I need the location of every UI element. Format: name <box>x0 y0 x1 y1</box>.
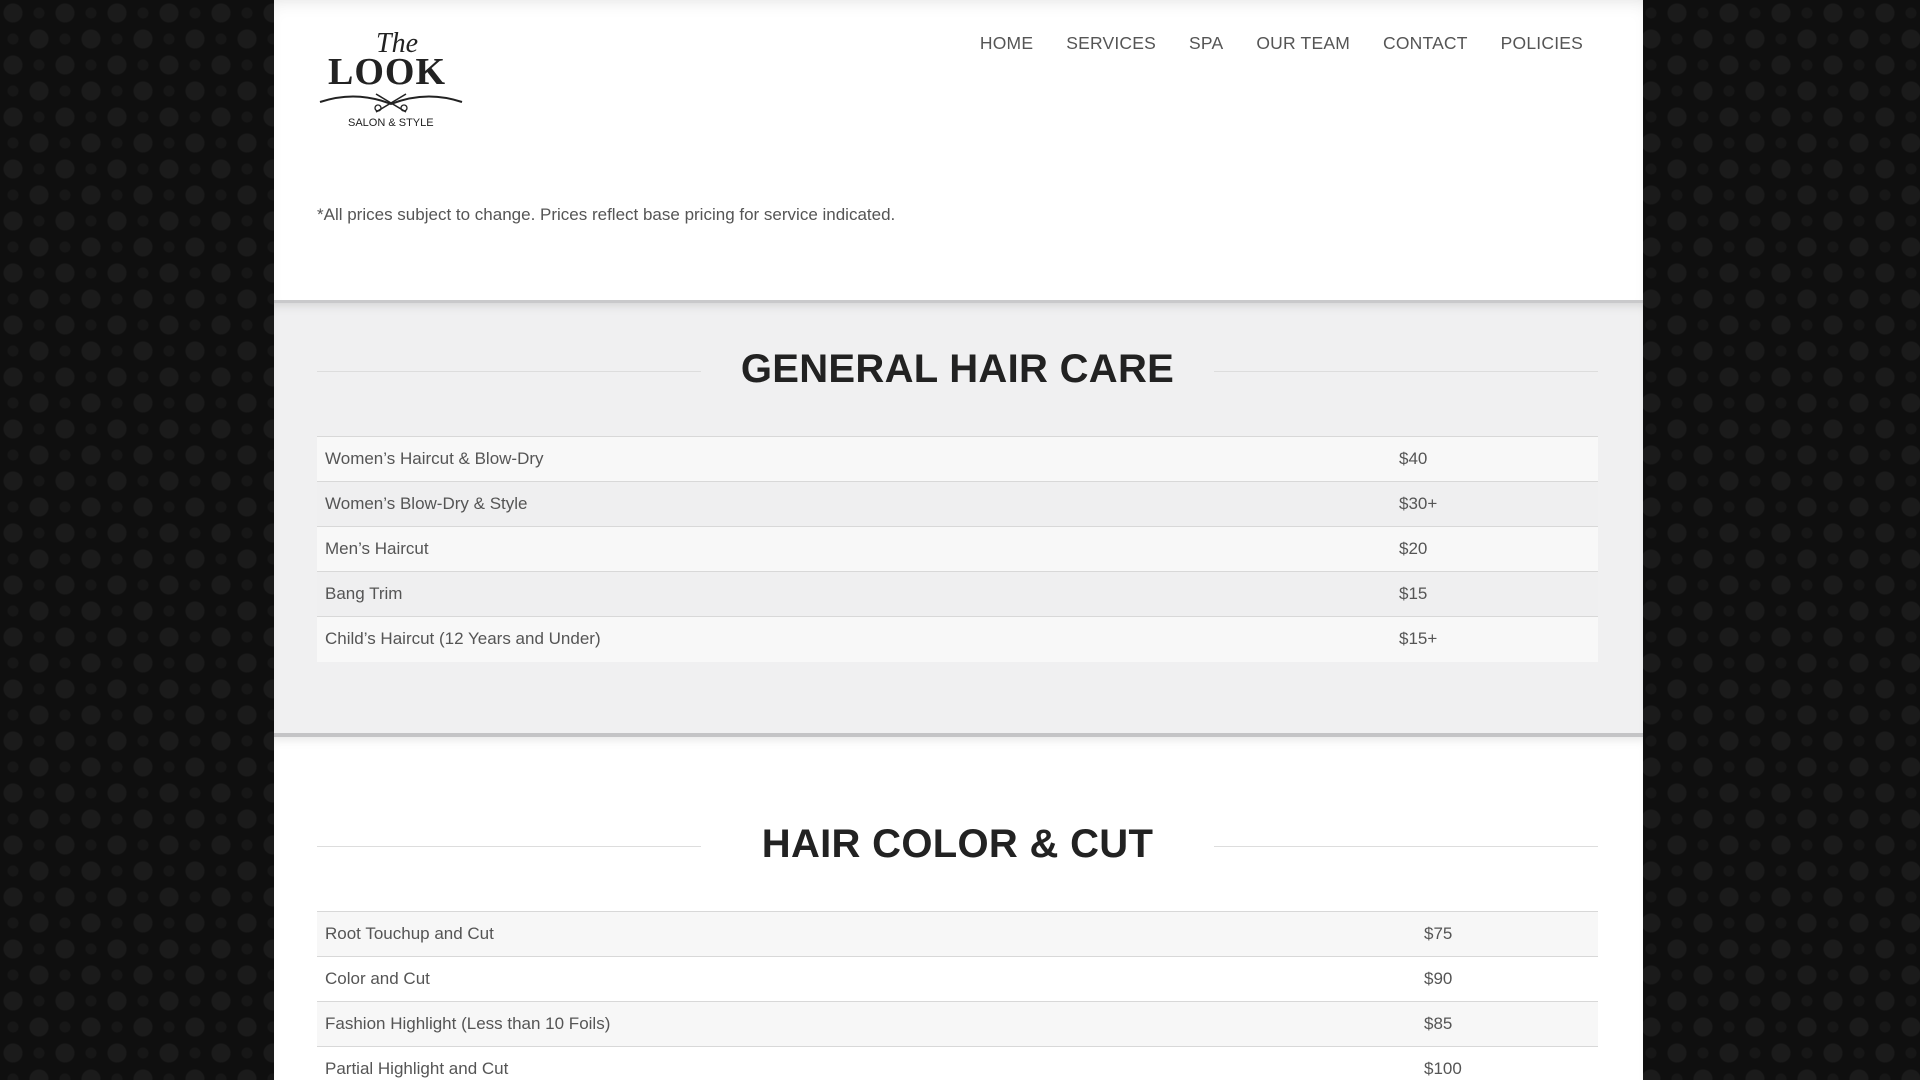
nav-services[interactable]: SERVICES <box>1066 33 1156 54</box>
service-name: Child’s Haircut (12 Years and Under) <box>317 616 1391 662</box>
service-price: $20 <box>1391 526 1598 572</box>
page-container: The LOOK SALON & STYLE HOME SERVICES SPA… <box>274 0 1643 1080</box>
table-row: Child’s Haircut (12 Years and Under) $15… <box>317 616 1598 662</box>
salon-logo[interactable]: The LOOK SALON & STYLE <box>316 22 466 132</box>
table-row: Root Touchup and Cut $75 <box>317 911 1598 957</box>
price-table: Root Touchup and Cut $75 Color and Cut $… <box>317 911 1598 1080</box>
table-row: Women’s Blow-Dry & Style $30+ <box>317 481 1598 527</box>
table-row: Fashion Highlight (Less than 10 Foils) $… <box>317 1001 1598 1047</box>
service-price: $15+ <box>1391 616 1598 662</box>
price-table: Women’s Haircut & Blow-Dry $40 Women’s B… <box>317 436 1598 662</box>
section-hair-color-cut: HAIR COLOR & CUT Root Touchup and Cut $7… <box>274 733 1643 1080</box>
table-row: Bang Trim $15 <box>317 571 1598 617</box>
service-name: Men’s Haircut <box>317 526 1391 572</box>
site-header: The LOOK SALON & STYLE HOME SERVICES SPA… <box>274 0 1643 300</box>
nav-contact[interactable]: CONTACT <box>1383 33 1468 54</box>
nav-policies[interactable]: POLICIES <box>1501 33 1583 54</box>
service-price: $30+ <box>1391 481 1598 527</box>
service-name: Color and Cut <box>317 956 1416 1002</box>
table-row: Women’s Haircut & Blow-Dry $40 <box>317 436 1598 482</box>
service-name: Bang Trim <box>317 571 1391 617</box>
table-row: Partial Highlight and Cut $100 <box>317 1046 1598 1080</box>
service-name: Fashion Highlight (Less than 10 Foils) <box>317 1001 1416 1047</box>
nav-spa[interactable]: SPA <box>1189 33 1223 54</box>
service-price: $75 <box>1416 911 1598 957</box>
service-name: Women’s Haircut & Blow-Dry <box>317 436 1391 482</box>
nav-home[interactable]: HOME <box>980 33 1033 54</box>
service-price: $100 <box>1416 1046 1598 1080</box>
service-price: $15 <box>1391 571 1598 617</box>
service-name: Partial Highlight and Cut <box>317 1046 1416 1080</box>
section-title: GENERAL HAIR CARE <box>740 347 1175 391</box>
main-nav: HOME SERVICES SPA OUR TEAM CONTACT POLIC… <box>980 33 1583 54</box>
service-price: $40 <box>1391 436 1598 482</box>
service-price: $85 <box>1416 1001 1598 1047</box>
logo-tagline: SALON & STYLE <box>348 117 434 129</box>
service-name: Women’s Blow-Dry & Style <box>317 481 1391 527</box>
section-general-hair-care: GENERAL HAIR CARE Women’s Haircut & Blow… <box>274 300 1643 733</box>
table-row: Men’s Haircut $20 <box>317 526 1598 572</box>
nav-our-team[interactable]: OUR TEAM <box>1256 33 1350 54</box>
section-title: HAIR COLOR & CUT <box>761 822 1154 866</box>
price-disclaimer: *All prices subject to change. Prices re… <box>317 205 896 224</box>
service-price: $90 <box>1416 956 1598 1002</box>
table-row: Color and Cut $90 <box>317 956 1598 1002</box>
logo-look: LOOK <box>328 51 446 93</box>
service-name: Root Touchup and Cut <box>317 911 1416 957</box>
